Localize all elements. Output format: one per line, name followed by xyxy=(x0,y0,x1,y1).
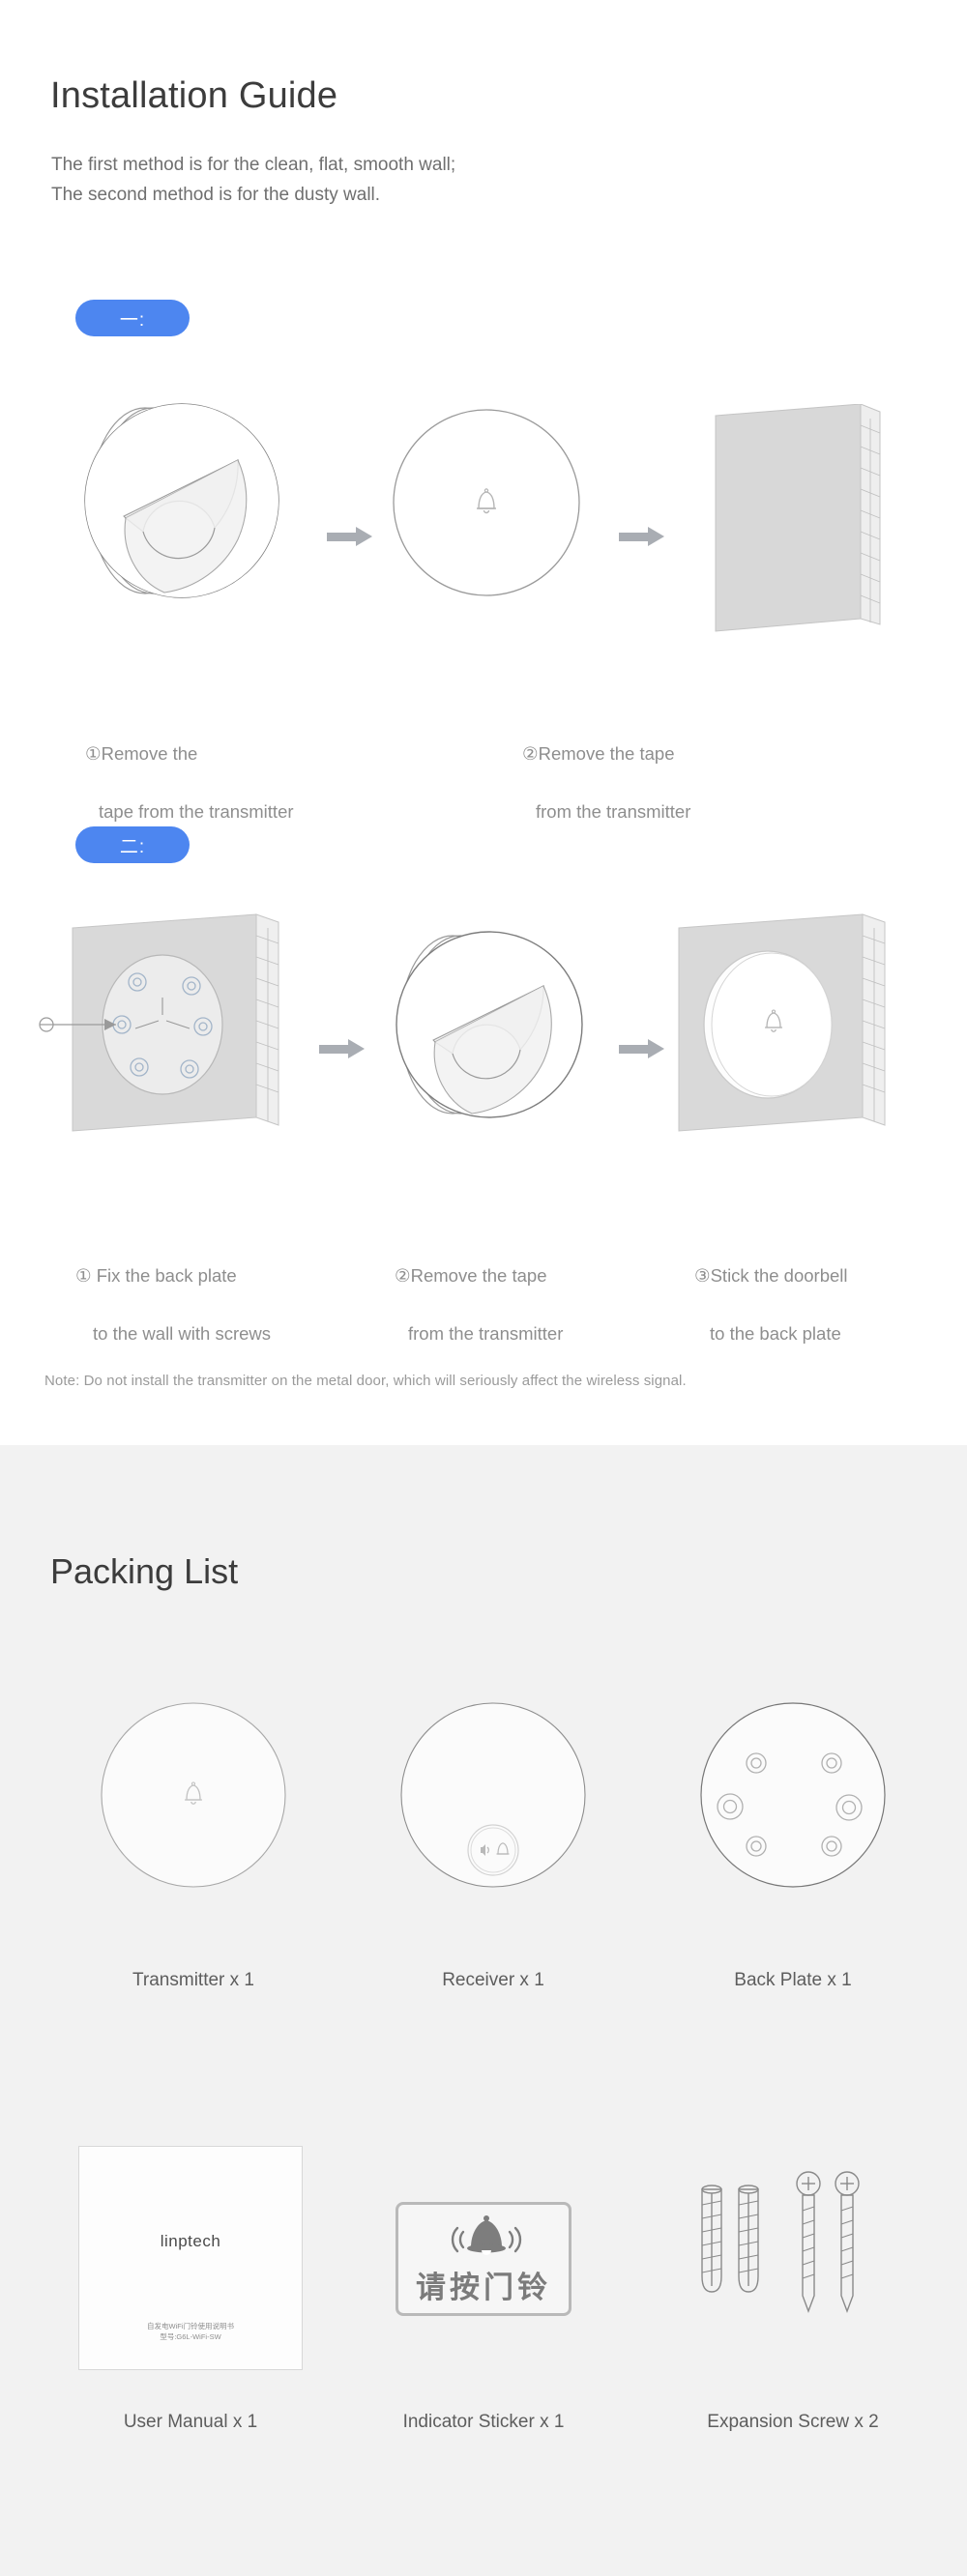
arrow-step-1-to-2 xyxy=(327,527,373,546)
packing-list-title: Packing List xyxy=(50,1551,239,1591)
page-subtitle: The first method is for the clean, flat,… xyxy=(51,150,455,210)
manual-booklet-icon: linptech 自发电WiFi门铃使用说明书 型号:G6L-WiFi-SW xyxy=(78,2146,303,2370)
arrow-m2-step-2-to-3 xyxy=(619,1039,665,1058)
expansion-screw-icon xyxy=(701,2171,860,2313)
screw-1 xyxy=(796,2171,821,2313)
step-number: ① xyxy=(85,743,102,764)
installation-section: Installation Guide The first method is f… xyxy=(0,0,967,1445)
step-number: ② xyxy=(395,1265,411,1286)
back-plate-shape xyxy=(102,954,223,1095)
packing-item-label-back-plate: Back Plate x 1 xyxy=(734,1970,852,1990)
packing-item-label-expansion-screw: Expansion Screw x 2 xyxy=(707,2412,879,2432)
manual-subtitle-line-2: 型号:G6L-WiFi-SW xyxy=(160,2332,221,2341)
step-text-line-2: from the transmitter xyxy=(408,1323,564,1344)
wall-anchor-1 xyxy=(701,2185,722,2293)
packing-item-label-receiver: Receiver x 1 xyxy=(442,1970,544,1990)
arrow-m2-step-1-to-2 xyxy=(319,1039,366,1058)
page-title: Installation Guide xyxy=(50,75,338,116)
method-1-step-2-caption: ②Remove the tape from the transmitter xyxy=(522,710,690,826)
method-1-badge: 一: xyxy=(75,300,190,336)
step-text-line-1: Remove the tape xyxy=(410,1265,547,1286)
step-text-line-1: Fix the back plate xyxy=(91,1265,237,1286)
manual-brand-name: linptech xyxy=(160,2232,221,2250)
subtitle-line-2: The second method is for the dusty wall. xyxy=(51,185,381,205)
packing-item-label-user-manual: User Manual x 1 xyxy=(123,2412,258,2432)
arrow-step-2-to-wall xyxy=(619,527,665,546)
packing-item-label-transmitter: Transmitter x 1 xyxy=(132,1970,254,1990)
figure-transmitter-peel-tape-1 xyxy=(84,403,279,598)
step-number: ① xyxy=(75,1265,92,1286)
screw-2 xyxy=(835,2171,860,2313)
step-text-line-1: Remove the xyxy=(101,743,198,764)
step-text-line-2: from the transmitter xyxy=(536,801,691,822)
step-text-line-2: tape from the transmitter xyxy=(99,801,294,822)
figure-backplate-on-wall xyxy=(39,913,279,1132)
method-2-step-1-caption: ① Fix the back plate to the wall with sc… xyxy=(75,1232,271,1348)
method-2-step-3-caption: ③Stick the doorbell to the back plate xyxy=(694,1232,848,1348)
back-plate-icon xyxy=(700,1702,886,1888)
method-2-badge: 二: xyxy=(75,826,190,863)
step-text-line-2: to the wall with screws xyxy=(93,1323,272,1344)
figure-wall-1 xyxy=(715,404,881,632)
doorbell-sticker-icon: 请按门铃 xyxy=(396,2202,571,2316)
method-1-step-1-caption: ①Remove the tape from the transmitter xyxy=(85,710,294,826)
ringing-bell-icon xyxy=(451,2215,522,2255)
step-text-line-1: Remove the tape xyxy=(538,743,675,764)
receiver-circle-icon xyxy=(400,1702,586,1888)
figure-doorbell-on-backplate xyxy=(678,913,886,1132)
wall-anchor-2 xyxy=(738,2185,759,2293)
sticker-text: 请按门铃 xyxy=(416,2271,551,2304)
figure-transmitter-front-1 xyxy=(393,409,580,596)
installation-note: Note: Do not install the transmitter on … xyxy=(44,1373,687,1389)
manual-subtitle-line-1: 自发电WiFi门铃使用说明书 xyxy=(147,2322,234,2330)
subtitle-line-1: The first method is for the clean, flat,… xyxy=(51,155,456,175)
method-2-step-2-caption: ②Remove the tape from the transmitter xyxy=(395,1232,563,1348)
arrow-head xyxy=(648,527,664,546)
arrow-shaft xyxy=(619,1045,650,1054)
arrow-head xyxy=(356,527,372,546)
installation-guide-page: Installation Guide The first method is f… xyxy=(0,0,967,2576)
step-text-line-1: Stick the doorbell xyxy=(710,1265,848,1286)
doorbell-circle-icon xyxy=(101,1702,286,1888)
packing-list-section: Packing List Transmitter x 1 Receiver x … xyxy=(0,1445,967,2576)
step-text-line-2: to the back plate xyxy=(710,1323,841,1344)
step-number: ③ xyxy=(694,1265,711,1286)
figure-transmitter-peel-tape-2 xyxy=(396,931,583,1118)
arrow-shaft xyxy=(319,1045,350,1054)
arrow-shaft xyxy=(327,533,358,541)
arrow-shaft xyxy=(619,533,650,541)
arrow-head xyxy=(348,1039,365,1058)
step-number: ② xyxy=(522,743,539,764)
packing-item-label-indicator-sticker: Indicator Sticker x 1 xyxy=(402,2412,565,2432)
arrow-head xyxy=(648,1039,664,1058)
